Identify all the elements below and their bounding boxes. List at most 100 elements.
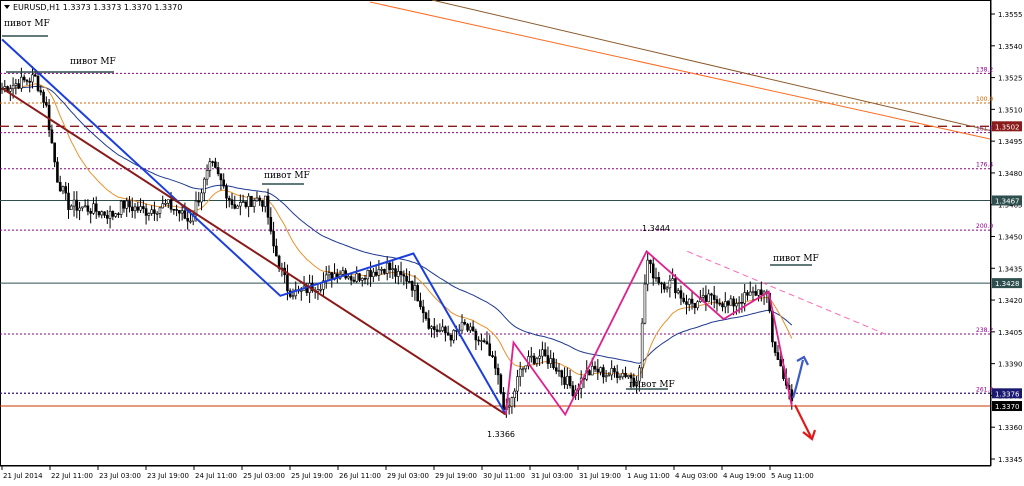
price-tick-label: 1.3480 (998, 170, 1023, 178)
price-tick-label: 1.3555 (998, 11, 1023, 19)
candle-body (563, 376, 566, 385)
price-tick-label: 1.3495 (998, 138, 1023, 146)
candle-body (469, 326, 472, 331)
candle-body (516, 376, 519, 392)
candle-body (477, 339, 480, 342)
candle-body (543, 349, 547, 356)
candle-body (153, 209, 156, 214)
candle-body (247, 195, 250, 207)
candle-body (239, 202, 242, 207)
candle-body (22, 76, 26, 81)
candle-body (106, 215, 109, 219)
candle-body (710, 293, 713, 296)
candle-body (532, 355, 536, 364)
candle-body (687, 298, 691, 305)
candle-body (773, 341, 777, 353)
candle-body (419, 300, 422, 308)
fib-level-label: 100.0 (976, 96, 993, 103)
candle-body (324, 274, 328, 282)
candle-body (250, 195, 253, 207)
candle-body (128, 200, 131, 208)
candle-body (103, 211, 106, 216)
candle-body (263, 195, 267, 207)
candle-body (471, 326, 475, 332)
candle-body (610, 368, 613, 376)
candle-body (604, 375, 608, 378)
chart-title: EURUSD,H1 1.3373 1.3373 1.3370 1.3370 (13, 3, 182, 12)
fib-level-label: 200.0 (976, 223, 993, 230)
candle-body (363, 278, 367, 280)
candle-body (546, 355, 550, 364)
candle-body (626, 375, 630, 378)
candle-body (596, 368, 600, 373)
candle-body (366, 270, 370, 280)
fib-level-label: 176.4 (976, 162, 993, 169)
candle-body (643, 283, 647, 324)
candle-body (14, 83, 18, 86)
candle-body (216, 167, 220, 175)
time-tick-label: 23 Jul 19:00 (147, 472, 189, 480)
candle-body (272, 230, 275, 247)
candle-body (352, 279, 356, 282)
candle-body (144, 208, 148, 216)
candle-body (463, 321, 467, 325)
candle-body (391, 268, 395, 270)
pivot-marker-label: пивот MF (264, 171, 310, 181)
candle-body (676, 290, 680, 294)
candle-body (214, 161, 217, 168)
candle-body (341, 270, 345, 275)
candle-body (654, 277, 658, 279)
price-tick-label: 1.3390 (998, 361, 1023, 369)
candle-body (496, 367, 500, 376)
price-tag-label: 1.3467 (995, 197, 1020, 205)
candle-body (258, 197, 262, 202)
candle-body (108, 210, 112, 219)
price-tick-label: 1.3525 (998, 75, 1023, 83)
high-label: 1.3444 (642, 224, 670, 233)
candle-body (42, 91, 45, 103)
candle-body (441, 326, 444, 331)
candle-body (513, 390, 516, 398)
candle-body (119, 200, 123, 215)
candle-body (3, 86, 7, 89)
candle-body (491, 355, 494, 358)
time-tick-label: 30 Jul 11:00 (483, 472, 525, 480)
candle-body (349, 276, 353, 281)
candle-body (233, 204, 237, 209)
chart-canvas[interactable]: 138.2100.0161.8176.4200.0238.2261.8 пиво… (0, 0, 1024, 482)
candle-body (158, 207, 162, 214)
candle-body (227, 197, 231, 201)
candle-body (757, 289, 760, 296)
candle-body (20, 76, 23, 89)
candle-body (202, 178, 206, 194)
pivot-marker-label: пивот MF (70, 57, 116, 67)
candle-body (449, 334, 453, 341)
price-tick-label: 1.3345 (998, 456, 1023, 464)
candle-body (607, 374, 611, 377)
candle-body (31, 74, 34, 83)
candle-body (360, 278, 364, 281)
time-tick-label: 31 Jul 19:00 (579, 472, 621, 480)
candle-body (721, 303, 724, 308)
time-tick-label: 5 Aug 11:00 (771, 472, 814, 480)
fib-level-label: 138.2 (976, 66, 993, 73)
candle-body (327, 272, 331, 276)
candle-body (521, 368, 525, 371)
candle-body (408, 281, 411, 283)
candle-body (554, 367, 558, 372)
candle-body (452, 330, 456, 341)
candle-body (696, 301, 699, 308)
candle-body (421, 306, 425, 314)
candle-body (186, 218, 189, 222)
candle-body (9, 88, 12, 92)
candle-body (139, 206, 142, 211)
candle-body (413, 285, 417, 291)
candle-body (663, 283, 666, 290)
price-chart[interactable]: 138.2100.0161.8176.4200.0238.2261.8 пиво… (0, 0, 1024, 482)
candle-body (11, 85, 15, 90)
candle-body (674, 278, 677, 294)
candle-body (45, 102, 48, 106)
candle-body (427, 318, 431, 329)
candle-body (117, 213, 120, 216)
time-tick-label: 24 Jul 11:00 (195, 472, 237, 480)
